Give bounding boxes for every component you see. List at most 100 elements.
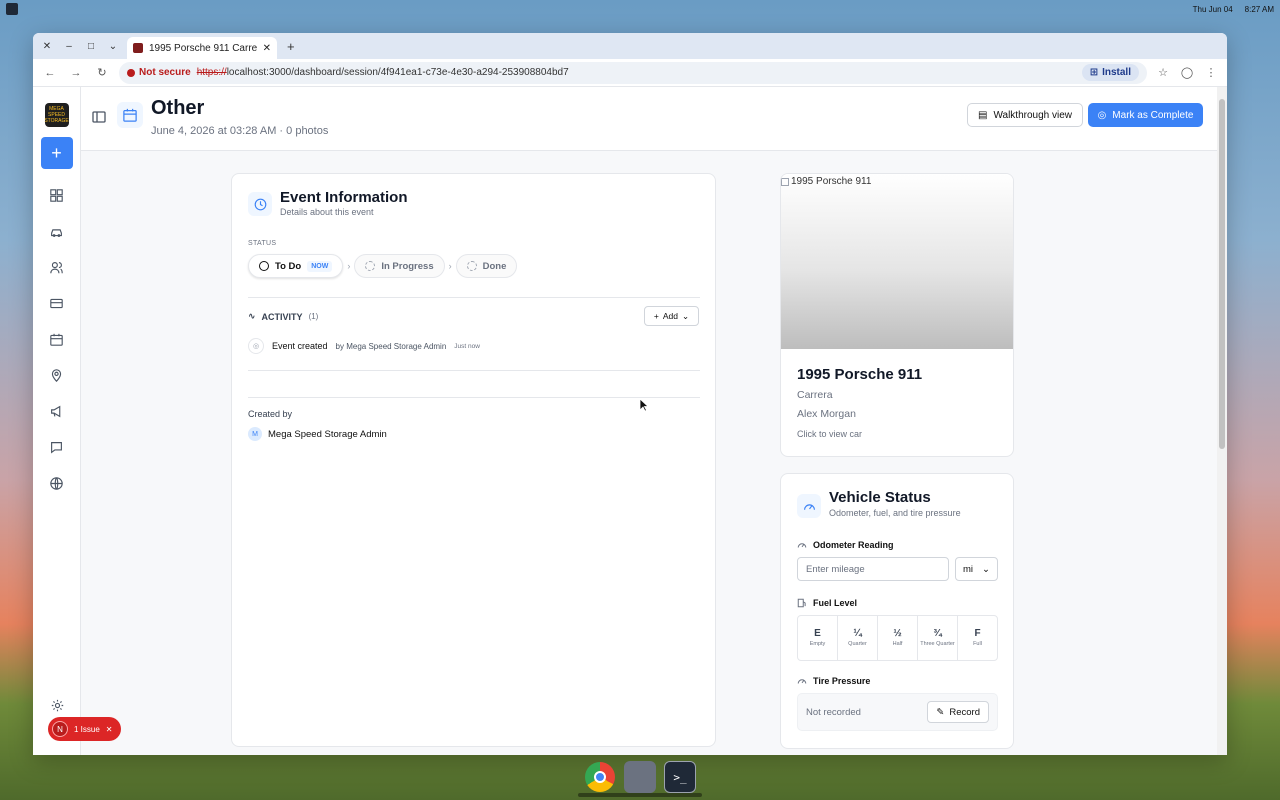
fuel-level-label: Fuel Level bbox=[797, 598, 857, 608]
status-stepper: To Do NOW › In Progress › Done bbox=[248, 254, 518, 278]
fuel-option-full[interactable]: F Full bbox=[958, 616, 997, 660]
chrome-app-icon[interactable] bbox=[584, 761, 616, 793]
credit-card-icon bbox=[50, 298, 63, 308]
os-date: Thu Jun 04 bbox=[1192, 4, 1233, 14]
status-step-in-progress[interactable]: In Progress bbox=[354, 254, 445, 278]
view-car-link[interactable]: Click to view car bbox=[797, 429, 862, 439]
terminal-app-icon[interactable]: >_ bbox=[664, 761, 696, 793]
grid-icon bbox=[50, 188, 63, 202]
tire-pressure-value: Not recorded bbox=[806, 706, 861, 718]
divider bbox=[248, 370, 700, 371]
url-scheme: https:// bbox=[196, 67, 227, 78]
close-window-icon[interactable]: ✕ bbox=[39, 38, 55, 54]
fuel-option-half[interactable]: ½ Half bbox=[878, 616, 918, 660]
scroll-thumb[interactable] bbox=[1219, 99, 1225, 449]
gauge-icon bbox=[797, 543, 807, 548]
bookmark-star-icon[interactable]: ☆ bbox=[1155, 65, 1171, 81]
url-input[interactable]: Not secure https://localhost:3000/dashbo… bbox=[119, 61, 1147, 84]
vehicle-status-card: Vehicle Status Odometer, fuel, and tire … bbox=[780, 473, 1014, 749]
message-icon bbox=[51, 441, 62, 454]
sidebar-item-billing[interactable] bbox=[47, 293, 67, 313]
status-step-done[interactable]: Done bbox=[455, 254, 518, 278]
activity-dot-icon: ◎ bbox=[248, 338, 264, 354]
sidebar: MEGA SPEED STORAGE + bbox=[33, 87, 81, 755]
check-circle-icon: ◎ bbox=[1097, 109, 1107, 121]
gauge-icon bbox=[797, 679, 807, 684]
plus-icon: + bbox=[653, 311, 659, 321]
tab-favicon-icon bbox=[133, 43, 143, 53]
sidebar-item-messages[interactable] bbox=[47, 437, 67, 457]
car-icon bbox=[51, 228, 62, 237]
maximize-window-icon[interactable]: □ bbox=[83, 38, 99, 54]
back-icon[interactable]: ← bbox=[41, 64, 59, 82]
divider bbox=[248, 397, 700, 398]
tab-close-icon[interactable]: ✕ bbox=[263, 43, 271, 54]
sidebar-item-dashboard[interactable] bbox=[47, 185, 67, 205]
os-logo-icon[interactable] bbox=[6, 3, 18, 15]
walkthrough-view-button[interactable]: ▤ Walkthrough view bbox=[967, 103, 1083, 127]
car-card[interactable]: 1995 Porsche 911 1995 Porsche 911 Carrer… bbox=[780, 173, 1014, 457]
create-new-button[interactable]: + bbox=[40, 137, 73, 169]
sidebar-item-calendar[interactable] bbox=[47, 329, 67, 349]
mouse-cursor-icon bbox=[639, 398, 649, 412]
card-title: Event Information bbox=[280, 189, 408, 206]
dashed-circle-icon bbox=[466, 261, 477, 271]
fuel-option-three-quarter[interactable]: ¾ Three Quarter bbox=[918, 616, 958, 660]
card-subtitle: Details about this event bbox=[280, 207, 374, 217]
forward-icon[interactable]: → bbox=[67, 64, 85, 82]
page-scrollbar[interactable] bbox=[1217, 87, 1227, 755]
broken-image-alt: 1995 Porsche 911 bbox=[781, 176, 871, 187]
issues-badge[interactable]: N 1 Issue ✕ bbox=[48, 717, 121, 741]
menu-kebab-icon[interactable]: ⋮ bbox=[1203, 65, 1219, 81]
tire-pressure-box: Not recorded ✎ Record bbox=[797, 693, 998, 731]
minimize-window-icon[interactable]: – bbox=[61, 38, 77, 54]
sidebar-item-locations[interactable] bbox=[47, 365, 67, 385]
status-step-todo[interactable]: To Do NOW bbox=[248, 254, 344, 278]
pencil-icon: ✎ bbox=[936, 706, 945, 718]
tire-pressure-label: Tire Pressure bbox=[797, 676, 870, 686]
broken-image-icon bbox=[781, 177, 789, 186]
chevron-right-icon: › bbox=[347, 261, 351, 271]
sidebar-toggle-icon[interactable] bbox=[91, 109, 107, 125]
profile-icon[interactable]: ◯ bbox=[1179, 65, 1195, 81]
files-app-icon[interactable] bbox=[624, 761, 656, 793]
reload-icon[interactable]: ↻ bbox=[93, 64, 111, 82]
globe-icon bbox=[50, 476, 63, 490]
tab-title: 1995 Porsche 911 Carrera bbox=[149, 42, 257, 54]
tab-search-icon[interactable]: ⌄ bbox=[105, 38, 121, 54]
install-button[interactable]: ⊞ Install bbox=[1081, 64, 1139, 81]
unit-select[interactable]: mi ⌄ bbox=[955, 557, 998, 581]
browser-tab[interactable]: 1995 Porsche 911 Carrera ✕ bbox=[127, 37, 277, 59]
chevron-right-icon: › bbox=[448, 261, 452, 271]
sidebar-item-cars[interactable] bbox=[47, 221, 67, 241]
clipboard-icon: ▤ bbox=[977, 109, 988, 121]
divider bbox=[248, 297, 700, 298]
install-icon: ⊞ bbox=[1089, 67, 1099, 78]
mark-complete-button[interactable]: ◎ Mark as Complete bbox=[1088, 103, 1203, 127]
browser-window: ✕ – □ ⌄ 1995 Porsche 911 Carrera ✕ + ← →… bbox=[33, 33, 1227, 755]
fuel-option-empty[interactable]: E Empty bbox=[798, 616, 838, 660]
app-root: MEGA SPEED STORAGE + N 1 Issue ✕ Other J… bbox=[33, 87, 1227, 755]
address-bar: ← → ↻ Not secure https://localhost:3000/… bbox=[33, 59, 1227, 87]
card-title: Vehicle Status bbox=[829, 489, 931, 506]
dismiss-issues-icon[interactable]: ✕ bbox=[106, 725, 113, 734]
sidebar-item-users[interactable] bbox=[47, 257, 67, 277]
new-tab-icon[interactable]: + bbox=[283, 39, 295, 54]
chevron-down-icon: ⌄ bbox=[982, 563, 990, 575]
security-indicator[interactable]: Not secure bbox=[127, 67, 191, 78]
sidebar-item-globe[interactable] bbox=[47, 473, 67, 493]
sidebar-item-announcements[interactable] bbox=[47, 401, 67, 421]
mileage-input[interactable]: Enter mileage bbox=[797, 557, 949, 581]
warning-icon bbox=[127, 68, 135, 77]
car-image: 1995 Porsche 911 bbox=[781, 174, 1013, 349]
chevron-down-icon: ⌄ bbox=[681, 310, 690, 321]
fuel-option-quarter[interactable]: ¼ Quarter bbox=[838, 616, 878, 660]
settings-gear-icon[interactable] bbox=[47, 695, 67, 715]
add-activity-button[interactable]: + Add ⌄ bbox=[644, 306, 699, 326]
megaphone-icon bbox=[51, 405, 61, 417]
brand-logo[interactable]: MEGA SPEED STORAGE bbox=[44, 103, 69, 127]
users-icon bbox=[50, 261, 63, 273]
odometer-label: Odometer Reading bbox=[797, 540, 894, 550]
record-tire-button[interactable]: ✎ Record bbox=[927, 701, 989, 723]
card-subtitle: Odometer, fuel, and tire pressure bbox=[829, 508, 961, 518]
